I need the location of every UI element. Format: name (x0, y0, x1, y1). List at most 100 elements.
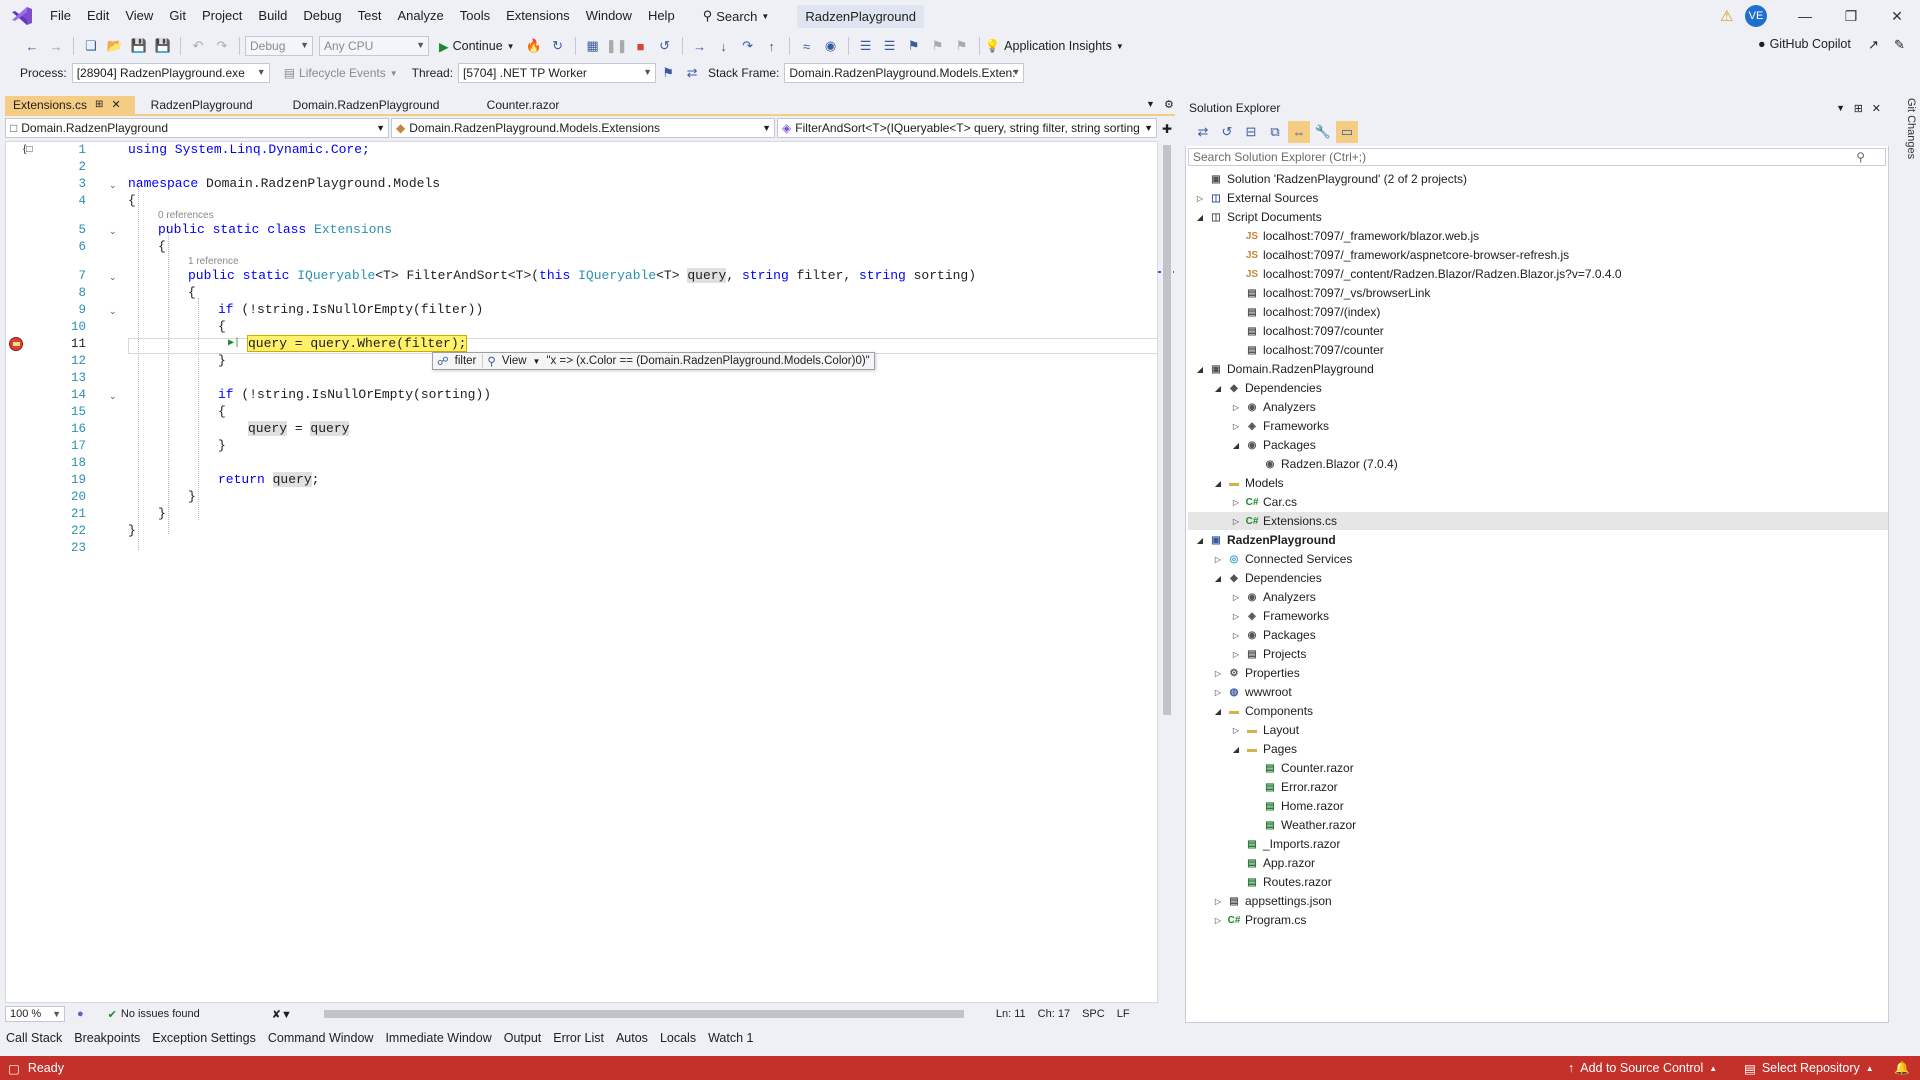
tree-script-file[interactable]: ▤ localhost:7097/_vs/browserLink (1231, 284, 1430, 302)
tree-script-file[interactable]: JS localhost:7097/_content/Radzen.Blazor/… (1231, 265, 1622, 283)
process-select[interactable]: [28904] RadzenPlayground.exe ▼ (71, 63, 270, 83)
tab-immediate-window[interactable]: Immediate Window (385, 1031, 491, 1045)
menu-analyze[interactable]: Analyze (389, 0, 451, 32)
project-nav-select[interactable]: □ Domain.RadzenPlayground ▼ (5, 118, 389, 138)
tree-folder-models[interactable]: ◢ ▬ Models (1213, 474, 1284, 492)
configuration-select[interactable]: Debug ▼ (245, 36, 313, 56)
bookmark-icon[interactable]: ⚑ (903, 35, 925, 57)
split-editor-icon[interactable]: ✚ (1159, 118, 1175, 140)
codelens-references[interactable]: 1 reference (188, 256, 239, 267)
breakpoint-toolbar-icon[interactable]: ◉ (820, 35, 842, 57)
expander-icon[interactable]: ◢ (1195, 536, 1205, 545)
tab-output[interactable]: Output (504, 1031, 542, 1045)
output-icon[interactable]: ▢ (8, 1061, 20, 1076)
solution-explorer-search[interactable]: Search Solution Explorer (Ctrl+;) ⚲ (1188, 148, 1886, 166)
tree-dependencies[interactable]: ◢ ◆ Dependencies (1213, 379, 1322, 397)
close-tab-icon[interactable]: ✕ (111, 95, 120, 115)
search-menu[interactable]: ⚲ Search ▼ (695, 8, 778, 24)
scrollbar-thumb[interactable] (1163, 145, 1171, 715)
restore-icon[interactable]: ❐ (1828, 0, 1874, 32)
thread-select[interactable]: [5704] .NET TP Worker ▼ (458, 63, 657, 83)
tab-command-window[interactable]: Command Window (268, 1031, 374, 1045)
browser-link-icon[interactable]: ▦ (582, 35, 604, 57)
tab-exception-settings[interactable]: Exception Settings (152, 1031, 256, 1045)
tree-projects[interactable]: ▷ ▤ Projects (1231, 645, 1306, 663)
pin-icon[interactable]: ⊞ (95, 95, 103, 115)
tree-file-car[interactable]: ▷ C# Car.cs (1231, 493, 1297, 511)
codelens-references[interactable]: 0 references (158, 210, 214, 221)
menu-help[interactable]: Help (640, 0, 683, 32)
collapse-icon[interactable]: ⌄ (109, 226, 117, 237)
expander-icon[interactable]: ◢ (1195, 365, 1205, 374)
tree-file-counter[interactable]: ▤ Counter.razor (1249, 759, 1353, 777)
collapse-icon[interactable]: ⌄ (109, 391, 117, 402)
line-ending-indicator[interactable]: LF (1117, 1008, 1130, 1020)
tree-external-sources[interactable]: ▷ ◫ External Sources (1195, 189, 1318, 207)
tab-counter-razor[interactable]: Counter.razor (479, 96, 599, 114)
menu-tools[interactable]: Tools (452, 0, 498, 32)
expander-icon[interactable]: ▷ (1231, 517, 1241, 526)
restart-icon[interactable]: ↺ (654, 35, 676, 57)
expander-icon[interactable]: ◢ (1213, 707, 1223, 716)
tree-folder-layout[interactable]: ▷ ▬ Layout (1231, 721, 1299, 739)
zoom-select[interactable]: 100 % ▼ (5, 1006, 65, 1022)
collapse-icon[interactable]: ⌄ (109, 306, 117, 317)
redo-icon[interactable]: ↷ (211, 35, 233, 57)
tree-solution[interactable]: ▣ Solution 'RadzenPlayground' (2 of 2 pro… (1195, 170, 1467, 188)
line-indicator[interactable]: Ln: 11 (996, 1008, 1026, 1020)
expander-icon[interactable]: ▷ (1231, 403, 1241, 412)
menu-git[interactable]: Git (161, 0, 194, 32)
tab-radzenplayground[interactable]: RadzenPlayground (135, 96, 285, 114)
breakpoint-current-icon[interactable] (9, 337, 23, 351)
issues-indicator[interactable]: ✔ No issues found (108, 1008, 200, 1021)
copilot-status-icon[interactable]: ● (77, 1008, 84, 1020)
open-folder-icon[interactable]: 📂 (104, 35, 126, 57)
code-cleanup-icon[interactable]: ✘▼ (272, 1008, 292, 1021)
expander-icon[interactable]: ▷ (1231, 726, 1241, 735)
tab-error-list[interactable]: Error List (553, 1031, 604, 1045)
github-copilot-button[interactable]: ● GitHub Copilot (1758, 37, 1851, 51)
tree-dependencies[interactable]: ◢ ◆ Dependencies (1213, 569, 1322, 587)
share-icon[interactable]: ↗ (1868, 37, 1879, 53)
tab-watch-1[interactable]: Watch 1 (708, 1031, 753, 1045)
expander-icon[interactable]: ▷ (1213, 897, 1223, 906)
menu-window[interactable]: Window (578, 0, 640, 32)
tree-package-radzen[interactable]: ◉ Radzen.Blazor (7.0.4) (1249, 455, 1398, 473)
refresh-icon[interactable]: ↻ (547, 35, 569, 57)
menu-view[interactable]: View (117, 0, 161, 32)
expander-icon[interactable]: ◢ (1213, 384, 1223, 393)
tree-analyzers[interactable]: ▷ ◉ Analyzers (1231, 588, 1316, 606)
step-over-icon[interactable]: ↷ (737, 35, 759, 57)
tree-wwwroot[interactable]: ▷ ◍ wwwroot (1213, 683, 1292, 701)
expander-icon[interactable]: ▷ (1195, 194, 1205, 203)
collapse-icon[interactable]: ⌄ (109, 180, 117, 191)
continue-button[interactable]: ▶ Continue ▼ (439, 39, 515, 54)
back-icon[interactable]: ⇄ (1192, 121, 1214, 143)
column-indicator[interactable]: Ch: 17 (1038, 1008, 1070, 1020)
tree-frameworks[interactable]: ▷ ◈ Frameworks (1231, 607, 1329, 625)
tree-file-program[interactable]: ▷ C# Program.cs (1213, 911, 1306, 929)
feedback-icon[interactable]: ✎ (1894, 37, 1905, 53)
forward-icon[interactable]: → (45, 35, 67, 57)
minimize-icon[interactable]: — (1782, 0, 1828, 32)
close-panel-icon[interactable]: ✕ (1872, 102, 1881, 115)
tree-file-home[interactable]: ▤ Home.razor (1249, 797, 1343, 815)
expander-icon[interactable]: ▷ (1231, 593, 1241, 602)
chevron-down-icon[interactable]: ▼ (533, 357, 541, 366)
expander-icon[interactable]: ◢ (1231, 441, 1241, 450)
warning-icon[interactable]: ⚠ (1720, 7, 1733, 25)
close-icon[interactable]: ✕ (1874, 0, 1920, 32)
tab-autos[interactable]: Autos (616, 1031, 648, 1045)
expander-icon[interactable]: ▷ (1231, 650, 1241, 659)
expander-icon[interactable]: ▷ (1213, 669, 1223, 678)
tree-script-file[interactable]: JS localhost:7097/_framework/blazor.web.j… (1231, 227, 1479, 245)
tree-project-radzenplayground[interactable]: ◢ ▣ RadzenPlayground (1195, 531, 1336, 549)
datatip[interactable]: ☍ filter ⚲ View ▼ "x => (x.Color == (Dom… (432, 352, 875, 370)
tree-script-documents[interactable]: ◢ ◫ Script Documents (1195, 208, 1322, 226)
menu-project[interactable]: Project (194, 0, 250, 32)
show-all-files-icon[interactable]: ⧉ (1264, 121, 1286, 143)
menu-build[interactable]: Build (250, 0, 295, 32)
stop-icon[interactable]: ■ (630, 35, 652, 57)
filter-icon[interactable]: ⇄ (681, 62, 703, 84)
history-icon[interactable]: ↺ (1216, 121, 1238, 143)
